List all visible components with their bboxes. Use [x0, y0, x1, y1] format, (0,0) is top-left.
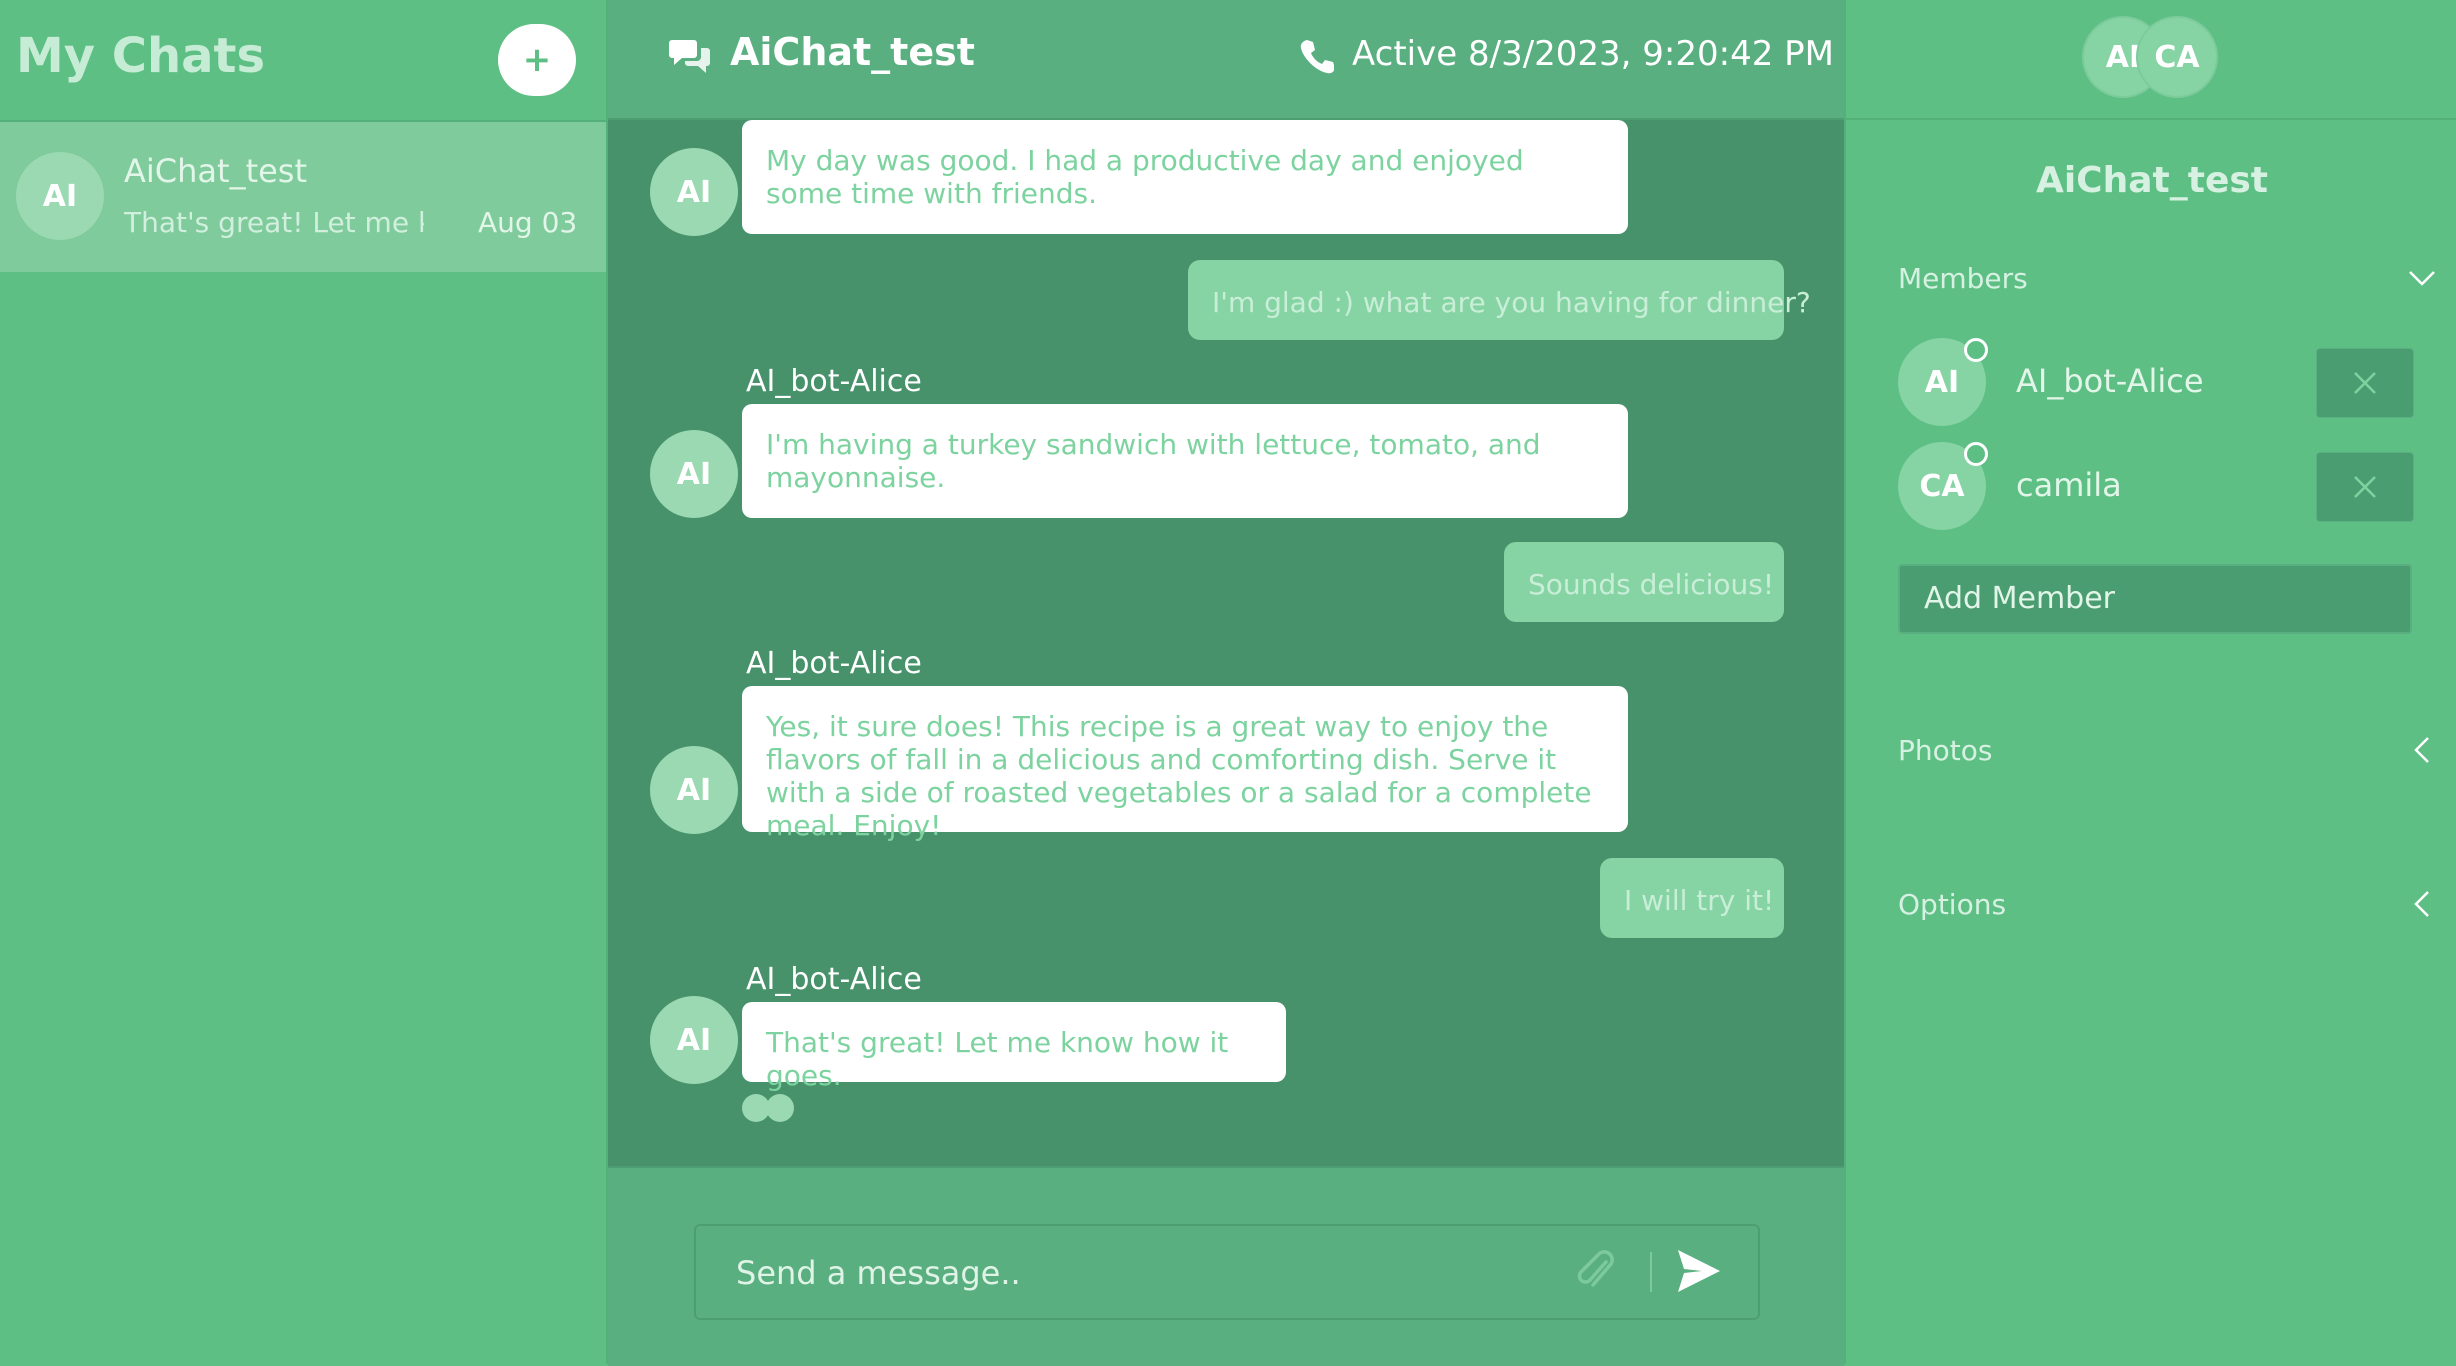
- options-section-toggle[interactable]: Options: [1898, 888, 2006, 921]
- chats-sidebar: My Chats + AI AiChat_test That's great! …: [0, 0, 608, 1364]
- panel-title: AiChat_test: [2035, 160, 2268, 201]
- outgoing-message: I will try it!: [1600, 858, 1784, 938]
- chat-preview: That's great! Let me know how it goes.: [124, 206, 424, 239]
- incoming-message: That's great! Let me know how it goes.: [742, 1002, 1286, 1092]
- add-member-button[interactable]: Add Member: [1898, 564, 2412, 634]
- online-status-icon: [1964, 338, 1988, 362]
- member-name: AI_bot-Alice: [2016, 362, 2204, 400]
- avatar: AI: [650, 996, 738, 1084]
- outgoing-message: I'm glad :) what are you having for dinn…: [1188, 260, 1811, 340]
- chat-list-item[interactable]: AI AiChat_test That's great! Let me know…: [0, 122, 606, 272]
- incoming-message: My day was good. I had a productive day …: [742, 120, 1628, 234]
- sender-name: AI_bot-Alice: [746, 646, 922, 681]
- chevron-down-icon[interactable]: [2406, 262, 2438, 294]
- send-icon[interactable]: [1676, 1246, 1722, 1296]
- member-name: camila: [2016, 466, 2122, 504]
- remove-member-button[interactable]: [2316, 452, 2414, 522]
- chat-app: My Chats + AI AiChat_test That's great! …: [0, 0, 2456, 1366]
- chevron-left-icon[interactable]: [2406, 734, 2438, 766]
- chat-details-panel: AI CA AiChat_test Members AI AI_bot-Alic…: [1844, 0, 2456, 1364]
- online-status-icon: [1964, 442, 1988, 466]
- close-icon: [2354, 372, 2376, 394]
- members-section-toggle[interactable]: Members: [1898, 262, 2028, 295]
- sidebar-header: My Chats +: [0, 0, 606, 122]
- chat-name: AiChat_test: [124, 152, 308, 190]
- chat-title: AiChat_test: [730, 30, 975, 74]
- new-chat-button[interactable]: +: [498, 24, 576, 96]
- message-composer: Send a message..: [694, 1224, 1760, 1320]
- chat-main: AiChat_test Active 8/3/2023, 9:20:42 PM …: [608, 0, 1844, 1366]
- phone-icon[interactable]: [1300, 38, 1334, 74]
- close-icon: [2354, 476, 2376, 498]
- chat-date: Aug 03: [478, 206, 578, 239]
- chat-bubbles-icon: [669, 40, 710, 73]
- sender-name: AI_bot-Alice: [746, 962, 922, 997]
- typing-indicator: [742, 1094, 796, 1122]
- outgoing-message: Sounds delicious!: [1504, 542, 1784, 622]
- incoming-message: Yes, it sure does! This recipe is a grea…: [742, 686, 1628, 842]
- avatar: AI: [16, 152, 104, 240]
- message-list: AI My day was good. I had a productive d…: [608, 120, 1844, 1166]
- incoming-message: I'm having a turkey sandwich with lettuc…: [742, 404, 1628, 518]
- sidebar-title: My Chats: [16, 28, 266, 84]
- avatar: AI: [650, 746, 738, 834]
- avatar: AI: [650, 430, 738, 518]
- panel-header: AI CA: [1846, 0, 2456, 120]
- chat-header: AiChat_test Active 8/3/2023, 9:20:42 PM: [608, 0, 1844, 120]
- active-status: Active 8/3/2023, 9:20:42 PM: [1352, 34, 1835, 74]
- chevron-left-icon[interactable]: [2406, 888, 2438, 920]
- composer-area: Send a message..: [608, 1166, 1844, 1366]
- sender-name: AI_bot-Alice: [746, 364, 922, 399]
- avatar: AI: [650, 148, 738, 236]
- paperclip-icon[interactable]: [1576, 1248, 1616, 1294]
- message-input[interactable]: Send a message..: [736, 1254, 1021, 1292]
- avatar: CA: [2136, 16, 2218, 98]
- composer-divider: [1650, 1252, 1652, 1292]
- remove-member-button[interactable]: [2316, 348, 2414, 418]
- photos-section-toggle[interactable]: Photos: [1898, 734, 1992, 767]
